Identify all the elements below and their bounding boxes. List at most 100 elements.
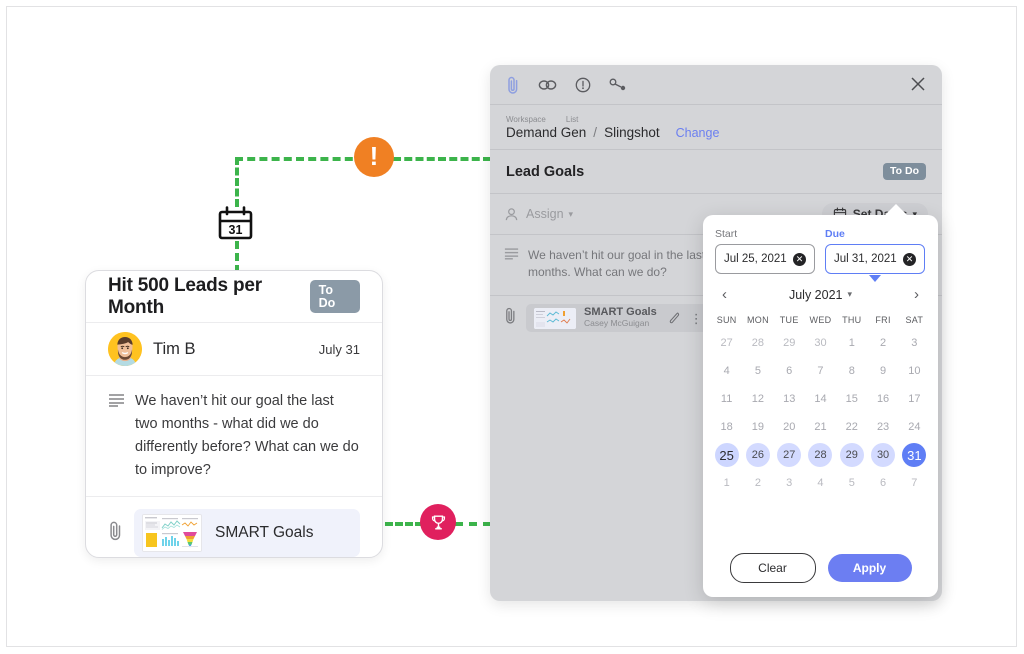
calendar-31-icon: 31 [218,206,253,242]
calendar-day[interactable]: 22 [836,413,867,441]
calendar-day-number: 21 [814,421,827,433]
calendar-month-selector[interactable]: July 2021 ▾ [789,288,852,302]
task-card-status-badge[interactable]: To Do [309,280,360,313]
calendar-day[interactable]: 24 [899,413,930,441]
calendar-day[interactable]: 3 [899,329,930,357]
relationship-icon[interactable] [609,78,627,92]
attachment-icon[interactable] [506,75,520,95]
calendar-day[interactable]: 11 [711,385,742,413]
attachment-chip[interactable]: SMART Goals [134,509,360,557]
alert-circle-icon[interactable] [575,77,591,93]
calendar-day[interactable]: 31 [899,441,930,469]
calendar-day[interactable]: 5 [836,469,867,497]
calendar-day-number: 28 [751,337,765,349]
calendar-day[interactable]: 10 [899,357,930,385]
calendar-day[interactable]: 6 [867,469,898,497]
calendar-day[interactable]: 2 [742,469,773,497]
clear-circle-icon[interactable]: ✕ [903,252,916,266]
trophy-badge[interactable] [420,504,456,540]
calendar-day-number: 6 [880,477,887,489]
calendar-day[interactable]: 19 [742,413,773,441]
chevron-left-icon[interactable]: ‹ [719,286,730,303]
calendar-day[interactable]: 23 [867,413,898,441]
calendar-day[interactable]: 7 [805,357,836,385]
avatar[interactable] [108,332,142,366]
modal-status-badge[interactable]: To Do [883,163,926,180]
calendar-day-number: 16 [876,393,890,405]
start-date-field[interactable]: Start Jul 25, 2021 ✕ [715,228,815,274]
modal-attachment-chip[interactable]: SMART Goals Casey McGuigan ⋮ [526,304,711,332]
calendar-day[interactable]: 29 [774,329,805,357]
weekday-label: THU [842,315,862,325]
description-lines-icon [108,393,126,482]
clear-circle-icon[interactable]: ✕ [793,252,806,266]
calendar-day[interactable]: 21 [805,413,836,441]
calendar-day[interactable]: 25 [711,441,742,469]
calendar-day[interactable]: 27 [774,441,805,469]
connector-top-left [235,157,365,161]
calendar-day-number: 30 [871,443,896,467]
calendar-day[interactable]: 4 [711,357,742,385]
connector-bottom-right [455,522,491,526]
calendar-day-number: 4 [817,477,824,489]
calendar-day[interactable]: 1 [836,329,867,357]
calendar-day[interactable]: 15 [836,385,867,413]
task-card-header: Hit 500 Leads per Month To Do [86,271,382,323]
pen-icon[interactable] [667,311,681,325]
assign-button[interactable]: Assign ▾ [504,207,573,222]
clear-button[interactable]: Clear [729,553,816,583]
calendar-day[interactable]: 7 [899,469,930,497]
connector-vertical-lower [235,241,239,273]
connector-bottom-left [385,522,423,526]
calendar-day[interactable]: 30 [805,329,836,357]
due-date-field[interactable]: Due Jul 31, 2021 ✕ [825,228,925,282]
modal-attachment-title: SMART Goals [584,306,657,318]
breadcrumb-list-value[interactable]: Slingshot [604,125,660,140]
calendar-day[interactable]: 2 [867,329,898,357]
task-card-description: We haven’t hit our goal the last two mon… [135,393,359,478]
calendar-day[interactable]: 28 [742,329,773,357]
date-picker-popup[interactable]: Start Jul 25, 2021 ✕ Due Jul 31, 2021 ✕ … [703,215,938,597]
calendar-day[interactable]: 14 [805,385,836,413]
close-icon[interactable] [910,76,926,97]
calendar-day-number: 6 [786,365,793,377]
calendar-day[interactable]: 12 [742,385,773,413]
calendar-day[interactable]: 16 [867,385,898,413]
calendar-day[interactable]: 4 [805,469,836,497]
apply-button[interactable]: Apply [827,554,912,582]
calendar-day-number: 1 [723,477,730,489]
calendar-day[interactable]: 27 [711,329,742,357]
calendar-day[interactable]: 9 [867,357,898,385]
breadcrumb-workspace-value[interactable]: Demand Gen [506,125,586,140]
calendar-day[interactable]: 8 [836,357,867,385]
calendar-day[interactable]: 6 [774,357,805,385]
chevron-right-icon[interactable]: › [911,286,922,303]
trophy-icon [431,514,445,530]
calendar-day[interactable]: 30 [867,441,898,469]
calendar-day[interactable]: 17 [899,385,930,413]
calendar-days-grid[interactable]: 27 28 29 30 1 2 3 4 5 6 7 8 9 10 11 12 13 14 15 16 17 18 19 20 2… [703,329,938,497]
calendar-day[interactable]: 13 [774,385,805,413]
breadcrumb-change-link[interactable]: Change [676,126,720,140]
calendar-day[interactable]: 28 [805,441,836,469]
alert-badge[interactable]: ! [354,137,394,177]
calendar-day[interactable]: 3 [774,469,805,497]
more-vertical-icon[interactable]: ⋮ [690,312,703,325]
calendar-day-number: 19 [751,421,765,433]
calendar-day[interactable]: 26 [742,441,773,469]
calendar-day[interactable]: 18 [711,413,742,441]
calendar-day[interactable]: 5 [742,357,773,385]
calendar-day[interactable]: 20 [774,413,805,441]
attachment-label: SMART Goals [215,524,314,541]
calendar-day[interactable]: 29 [836,441,867,469]
calendar-day[interactable]: 1 [711,469,742,497]
avatar-photo [108,332,142,366]
calendar-day-number: 27 [777,443,802,467]
person-icon [505,207,518,220]
calendar-day-number: 4 [723,365,730,377]
task-card[interactable]: Hit 500 Leads per Month To Do Tim B July… [85,270,383,558]
link-icon[interactable] [538,78,557,92]
calendar-day-number: 8 [848,365,855,377]
modal-attachment-subtitle: Casey McGuigan [584,318,650,328]
chevron-down-icon: ▾ [847,289,853,299]
